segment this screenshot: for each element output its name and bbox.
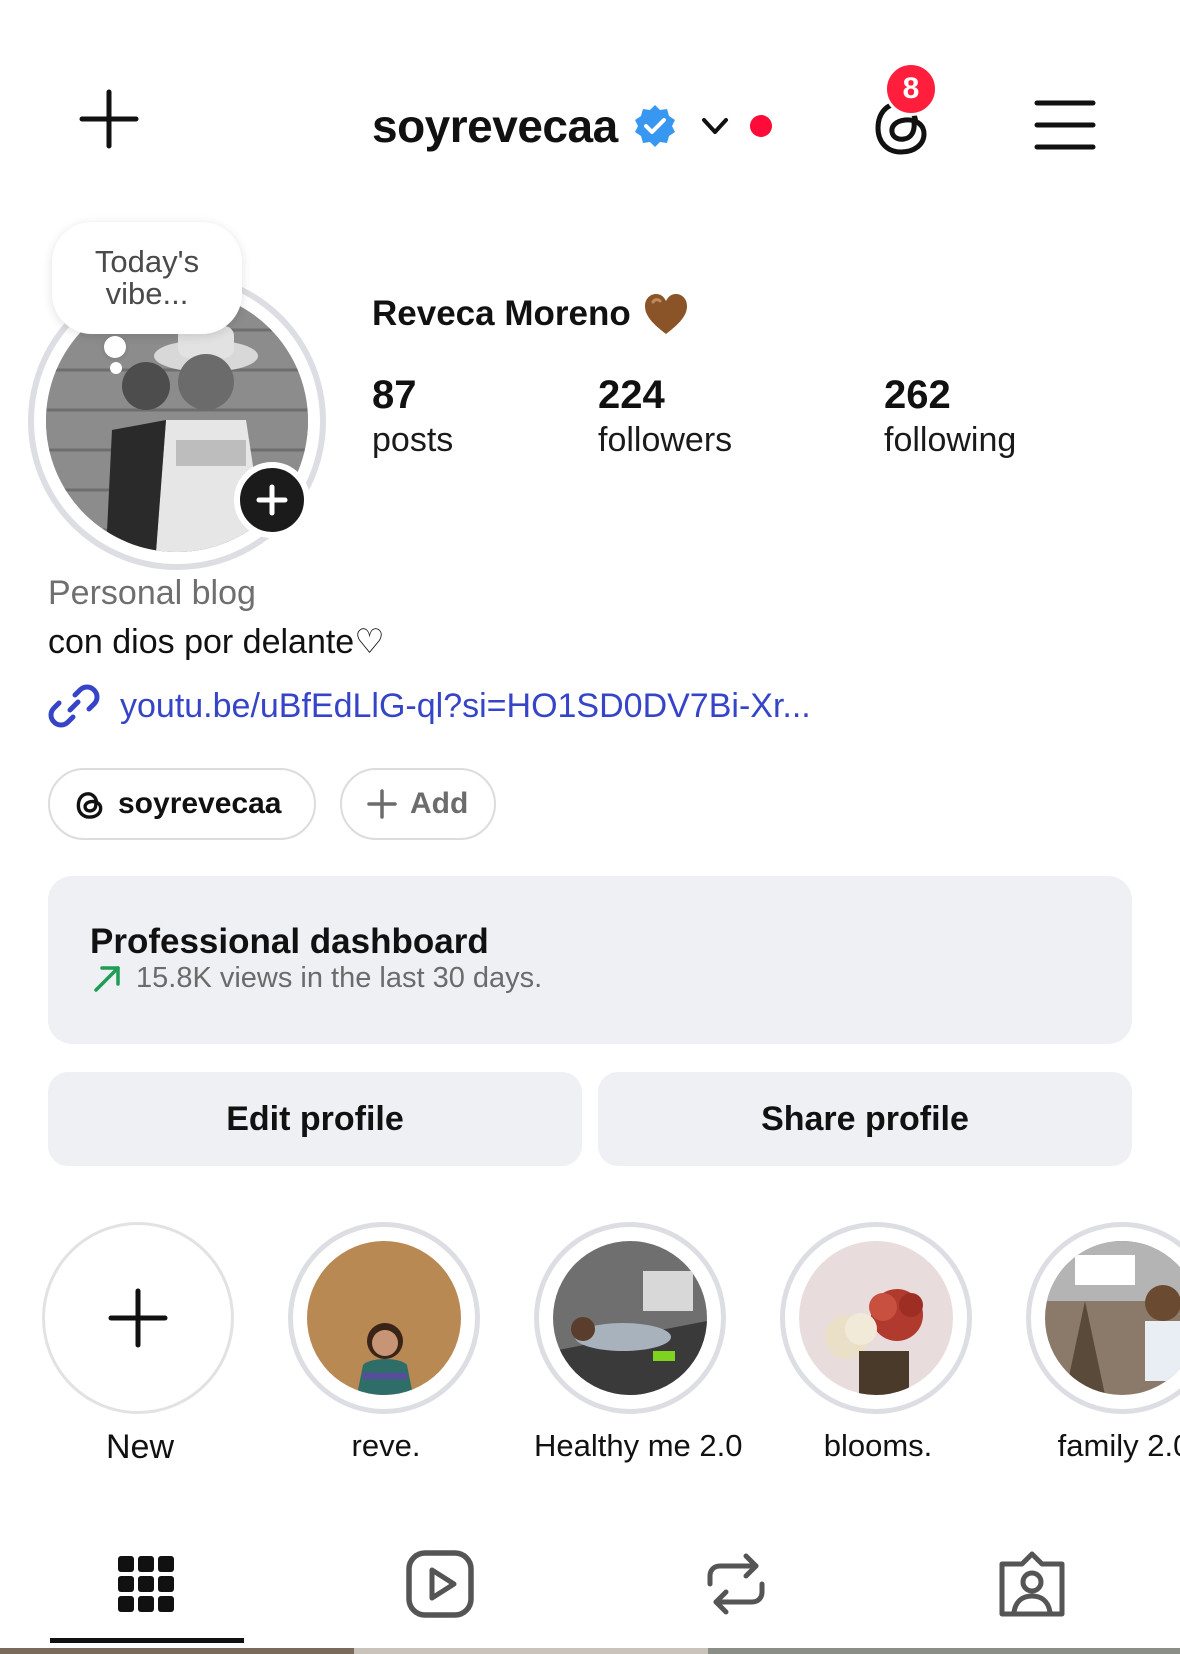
stat-posts-value: 87 xyxy=(372,373,417,417)
menu-icon[interactable] xyxy=(1034,98,1096,152)
stat-following-value: 262 xyxy=(884,373,951,417)
threads-icon xyxy=(76,792,103,819)
verified-badge-icon xyxy=(634,105,675,147)
profile-bio: con dios por delante♡ xyxy=(48,623,385,661)
highlight-ring xyxy=(288,1222,480,1414)
profile-category: Personal blog xyxy=(48,574,256,612)
brown-heart-icon xyxy=(644,294,687,334)
dashboard-views-text: 15.8K views in the last 30 days. xyxy=(136,962,543,994)
highlight-new-circle xyxy=(42,1222,234,1414)
grid-icon[interactable] xyxy=(106,1544,186,1624)
highlight-ring xyxy=(780,1222,972,1414)
highlight-item[interactable]: Healthy me 2.0 xyxy=(534,1222,743,1464)
stat-followers-label: followers xyxy=(598,421,733,459)
reposts-icon[interactable] xyxy=(696,1544,776,1624)
note-bubble-tail-small xyxy=(110,362,122,374)
threads-chip[interactable]: soyrevecaa xyxy=(48,768,316,840)
highlight-label: New xyxy=(105,1428,175,1466)
stat-posts[interactable]: 87 posts xyxy=(372,372,453,462)
highlight-item[interactable]: blooms. xyxy=(780,1222,976,1464)
stat-following-label: following xyxy=(884,421,1017,459)
reels-icon[interactable] xyxy=(400,1544,480,1624)
plus-icon xyxy=(108,1288,168,1348)
highlight-cover xyxy=(1045,1241,1180,1395)
add-story-button[interactable] xyxy=(234,462,310,538)
chevron-down-icon[interactable] xyxy=(698,109,732,143)
plus-icon xyxy=(367,789,397,819)
header-username: soyrevecaa xyxy=(372,100,618,152)
create-plus-icon[interactable] xyxy=(78,88,140,150)
trend-up-arrow-icon xyxy=(94,965,120,992)
edit-profile-button[interactable]: Edit profile xyxy=(48,1072,582,1166)
profile-full-name: Reveca Moreno xyxy=(372,292,689,336)
highlight-cover xyxy=(307,1241,461,1395)
share-profile-button[interactable]: Share profile xyxy=(598,1072,1132,1166)
highlight-label: reve. xyxy=(351,1428,421,1463)
plus-icon xyxy=(256,484,288,516)
stat-followers-value: 224 xyxy=(598,373,665,417)
highlight-label: Healthy me 2.0 xyxy=(534,1428,743,1463)
stat-posts-label: posts xyxy=(372,421,454,459)
profile-link[interactable]: youtu.be/uBfEdLlG-ql?si=HO1SD0DV7Bi-Xr..… xyxy=(48,680,811,732)
note-bubble[interactable]: Today's vibe... xyxy=(52,222,242,334)
highlight-cover xyxy=(799,1241,953,1395)
highlight-ring xyxy=(534,1222,726,1414)
dashboard-title: Professional dashboard xyxy=(90,922,489,961)
note-bubble-tail xyxy=(104,336,126,358)
full-name-text: Reveca Moreno xyxy=(372,294,631,333)
account-switcher[interactable]: soyrevecaa xyxy=(372,96,772,156)
highlight-new[interactable]: New xyxy=(42,1222,238,1467)
active-tab-indicator xyxy=(50,1638,244,1643)
notification-badge: 8 xyxy=(884,62,938,116)
notification-dot xyxy=(749,115,772,137)
stat-followers[interactable]: 224 followers xyxy=(598,372,732,462)
stat-following[interactable]: 262 following xyxy=(884,372,1016,462)
highlight-label: blooms. xyxy=(823,1428,933,1463)
highlight-item[interactable]: family 2.0 xyxy=(1026,1222,1180,1464)
tagged-icon[interactable] xyxy=(992,1544,1072,1624)
add-chip-label: Add xyxy=(410,787,469,820)
highlight-ring xyxy=(1026,1222,1180,1414)
highlight-label: family 2.0 xyxy=(1057,1428,1180,1463)
threads-chip-label: soyrevecaa xyxy=(118,787,282,820)
highlight-cover xyxy=(553,1241,707,1395)
profile-link-text[interactable]: youtu.be/uBfEdLlG-ql?si=HO1SD0DV7Bi-Xr..… xyxy=(120,687,811,726)
add-chip[interactable]: Add xyxy=(340,768,496,840)
dashboard-subtitle: 15.8K views in the last 30 days. xyxy=(92,962,542,995)
highlight-item[interactable]: reve. xyxy=(288,1222,484,1464)
link-icon xyxy=(48,684,100,728)
posts-grid-preview xyxy=(0,1648,1180,1654)
